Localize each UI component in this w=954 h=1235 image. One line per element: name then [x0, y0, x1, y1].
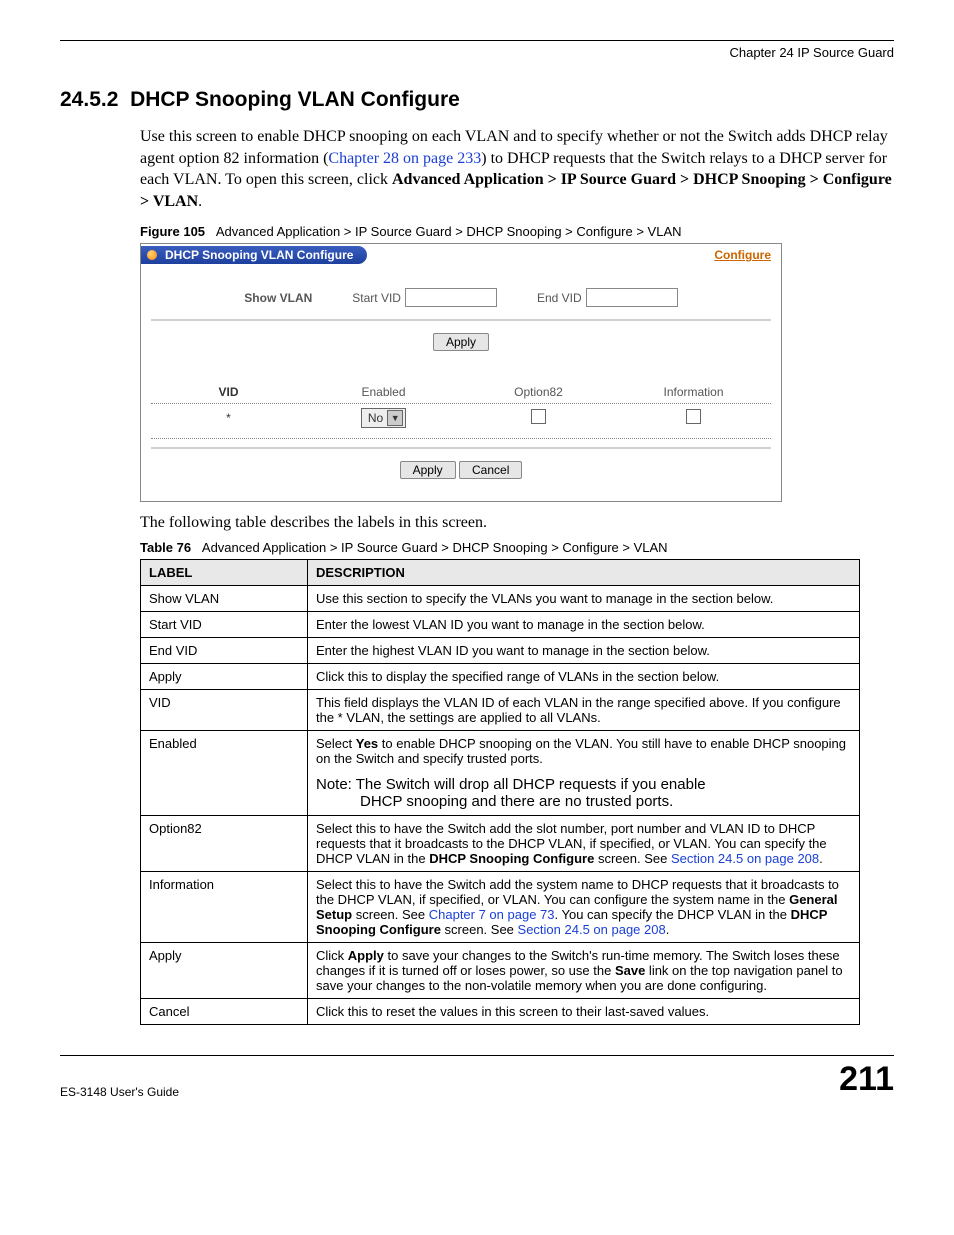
section-24-5-link[interactable]: Section 24.5 on page 208 — [671, 851, 819, 866]
table-caption-text: Advanced Application > IP Source Guard >… — [202, 540, 668, 555]
desc-cell: Use this section to specify the VLANs yo… — [308, 585, 860, 611]
intro-text-c: . — [198, 193, 202, 210]
separator-2 — [151, 447, 771, 449]
label-cell: Apply — [141, 942, 308, 998]
separator — [151, 319, 771, 321]
col-vid: VID — [151, 385, 306, 399]
table-caption: Table 76 Advanced Application > IP Sourc… — [140, 540, 894, 555]
page-footer: ES-3148 User's Guide 211 — [60, 1055, 894, 1099]
start-vid-label: Start VID — [352, 291, 401, 305]
figure-caption: Figure 105 Advanced Application > IP Sou… — [140, 224, 894, 239]
screenshot-header: DHCP Snooping VLAN Configure Configure — [141, 244, 781, 266]
header-label: LABEL — [141, 559, 308, 585]
chapter-header: Chapter 24 IP Source Guard — [60, 45, 894, 60]
label-cell: End VID — [141, 637, 308, 663]
col-information: Information — [616, 385, 771, 399]
row-start-vid: Start VID Enter the lowest VLAN ID you w… — [141, 611, 860, 637]
between-text: The following table describes the labels… — [140, 512, 894, 534]
cancel-button[interactable]: Cancel — [459, 461, 522, 479]
row-information: Information Select this to have the Swit… — [141, 871, 860, 942]
section-heading: DHCP Snooping VLAN Configure — [130, 88, 460, 111]
cell-information — [616, 409, 771, 427]
row-enabled: Enabled Select Yes to enable DHCP snoopi… — [141, 730, 860, 815]
row-apply: Apply Click this to display the specifie… — [141, 663, 860, 689]
intro-paragraph: Use this screen to enable DHCP snooping … — [140, 126, 894, 212]
enabled-select[interactable]: No ▼ — [361, 408, 406, 428]
footer-guide-name: ES-3148 User's Guide — [60, 1085, 179, 1099]
table-label: Table 76 — [140, 540, 191, 555]
chapter-28-link[interactable]: Chapter 28 on page 233 — [328, 150, 481, 167]
label-cell: VID — [141, 689, 308, 730]
description-table: LABEL DESCRIPTION Show VLAN Use this sec… — [140, 559, 860, 1025]
section-24-5-link-2[interactable]: Section 24.5 on page 208 — [518, 922, 666, 937]
label-cell: Apply — [141, 663, 308, 689]
row-cancel: Cancel Click this to reset the values in… — [141, 998, 860, 1024]
label-cell: Start VID — [141, 611, 308, 637]
header-description: DESCRIPTION — [308, 559, 860, 585]
desc-cell: Click this to reset the values in this s… — [308, 998, 860, 1024]
end-vid-input[interactable] — [586, 288, 678, 307]
note-line-2: DHCP snooping and there are no trusted p… — [316, 793, 851, 810]
note-line-1: Note: The Switch will drop all DHCP requ… — [316, 776, 851, 793]
dotted-separator-2 — [151, 438, 771, 439]
cell-enabled: No ▼ — [306, 408, 461, 428]
apply-button-1[interactable]: Apply — [433, 333, 489, 351]
desc-cell: Select this to have the Switch add the s… — [308, 815, 860, 871]
configure-link[interactable]: Configure — [714, 248, 771, 262]
label-cell: Enabled — [141, 730, 308, 815]
cell-vid: * — [151, 411, 306, 425]
row-option82: Option82 Select this to have the Switch … — [141, 815, 860, 871]
vlan-table-row: * No ▼ — [141, 404, 781, 438]
information-checkbox[interactable] — [686, 409, 701, 424]
label-cell: Information — [141, 871, 308, 942]
row-vid: VID This field displays the VLAN ID of e… — [141, 689, 860, 730]
figure-label: Figure 105 — [140, 224, 205, 239]
desc-cell: Enter the lowest VLAN ID you want to man… — [308, 611, 860, 637]
desc-cell: Click Apply to save your changes to the … — [308, 942, 860, 998]
top-rule — [60, 40, 894, 41]
col-enabled: Enabled — [306, 385, 461, 399]
desc-table-header-row: LABEL DESCRIPTION — [141, 559, 860, 585]
chapter-7-link[interactable]: Chapter 7 on page 73 — [429, 907, 555, 922]
desc-cell: Select Yes to enable DHCP snooping on th… — [308, 730, 860, 815]
desc-cell: Select this to have the Switch add the s… — [308, 871, 860, 942]
row-show-vlan: Show VLAN Use this section to specify th… — [141, 585, 860, 611]
page-number: 211 — [839, 1060, 894, 1099]
cell-option82 — [461, 409, 616, 427]
apply-row-1: Apply — [141, 323, 781, 361]
panel-title-text: DHCP Snooping VLAN Configure — [165, 248, 353, 262]
apply-button-2[interactable]: Apply — [400, 461, 456, 479]
vlan-table-header: VID Enabled Option82 Information — [141, 379, 781, 403]
option82-checkbox[interactable] — [531, 409, 546, 424]
chevron-down-icon: ▼ — [387, 410, 403, 426]
apply-cancel-row: Apply Cancel — [141, 451, 781, 489]
desc-cell: Click this to display the specified rang… — [308, 663, 860, 689]
label-cell: Cancel — [141, 998, 308, 1024]
section-title: 24.5.2 DHCP Snooping VLAN Configure — [60, 88, 894, 112]
row-end-vid: End VID Enter the highest VLAN ID you wa… — [141, 637, 860, 663]
row-apply2: Apply Click Apply to save your changes t… — [141, 942, 860, 998]
label-cell: Option82 — [141, 815, 308, 871]
panel-title-tab: DHCP Snooping VLAN Configure — [141, 246, 367, 264]
figure-caption-text: Advanced Application > IP Source Guard >… — [216, 224, 682, 239]
screenshot-panel: DHCP Snooping VLAN Configure Configure S… — [140, 243, 782, 502]
show-vlan-label: Show VLAN — [244, 291, 312, 305]
col-option82: Option82 — [461, 385, 616, 399]
start-vid-input[interactable] — [405, 288, 497, 307]
section-number: 24.5.2 — [60, 88, 118, 111]
label-cell: Show VLAN — [141, 585, 308, 611]
enabled-select-value: No — [368, 411, 383, 425]
show-vlan-row: Show VLAN Start VID End VID — [141, 266, 781, 317]
desc-cell: Enter the highest VLAN ID you want to ma… — [308, 637, 860, 663]
end-vid-label: End VID — [537, 291, 582, 305]
desc-cell: This field displays the VLAN ID of each … — [308, 689, 860, 730]
